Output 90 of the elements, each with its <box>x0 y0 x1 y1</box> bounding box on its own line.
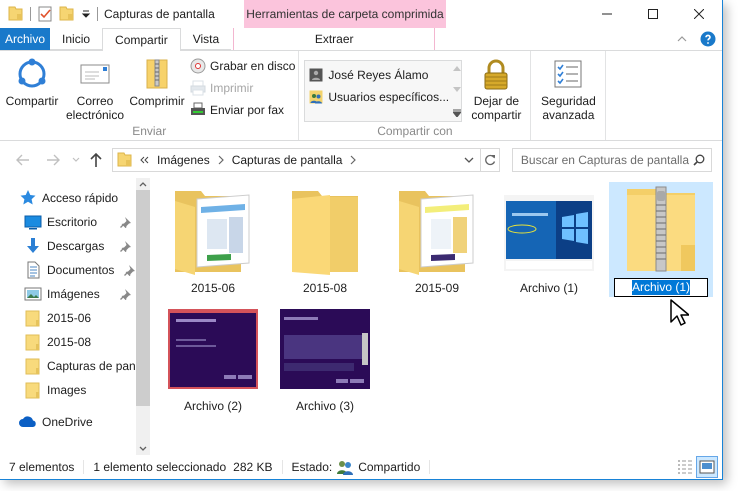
folder-icon <box>24 333 42 351</box>
cursor-icon <box>669 298 689 328</box>
group-label: Compartir con <box>376 123 454 140</box>
nav-item[interactable]: Descargas <box>0 234 136 258</box>
folder-icon <box>24 309 42 327</box>
rename-field[interactable]: Archivo (1) <box>614 278 708 297</box>
down-arrow-icon <box>24 237 42 255</box>
window-title: Capturas de pantalla <box>104 6 215 23</box>
chevron-right-icon[interactable] <box>349 154 358 164</box>
ribbon-tab[interactable]: Compartir <box>102 28 181 51</box>
selection-count: 1 elemento seleccionado <box>93 459 226 476</box>
nav-item[interactable]: Imágenes <box>0 282 136 306</box>
monitor-icon <box>24 213 42 231</box>
ribbon-button[interactable]: Grabar en disco <box>190 56 296 76</box>
file-menu-button[interactable]: Archivo <box>0 28 50 50</box>
nav-item[interactable]: 2015-06 <box>0 306 136 330</box>
state-label: Estado: <box>292 459 332 476</box>
selection-size: 282 KB <box>233 459 273 476</box>
nav-item[interactable]: Capturas de pan <box>0 354 136 378</box>
help-icon[interactable] <box>700 31 716 47</box>
address-bar[interactable]: Imágenes Capturas de pantalla <box>112 148 500 172</box>
search-icon <box>693 154 705 166</box>
disc-icon <box>190 58 206 74</box>
up-arrow-icon <box>88 152 104 168</box>
file-item[interactable]: Archivo (1) <box>497 182 601 297</box>
scrollbar-thumb[interactable] <box>136 190 150 406</box>
ribbon-button[interactable]: Enviar por fax <box>190 100 296 120</box>
overflow-chevron-icon[interactable] <box>139 154 149 164</box>
folder-icon <box>24 381 42 399</box>
scroll-up-icon <box>139 181 147 187</box>
group-label: Enviar <box>131 123 168 140</box>
close-icon <box>694 9 704 19</box>
ribbon-button[interactable]: Dejar de compartir <box>465 56 528 122</box>
star-icon <box>19 189 37 207</box>
file-name: 2015-09 <box>414 280 460 297</box>
file-item[interactable]: 2015-06 <box>161 182 265 297</box>
checklist-icon <box>552 58 584 90</box>
folder-icon <box>8 6 24 22</box>
person-icon <box>309 68 324 82</box>
file-item[interactable]: Archivo (1) <box>609 182 713 297</box>
file-item[interactable]: Archivo (2) <box>161 300 265 415</box>
checklist-icon[interactable] <box>37 6 53 22</box>
chevron-down-icon[interactable] <box>462 154 475 164</box>
users-icon <box>336 459 354 475</box>
picture-frame-icon <box>24 285 42 303</box>
refresh-icon <box>484 154 496 166</box>
maximize-icon <box>648 9 658 19</box>
users-icon <box>309 90 324 104</box>
nav-item[interactable]: Images <box>0 378 136 402</box>
expand-list-icon[interactable] <box>453 109 462 117</box>
contextual-header: Herramientas de carpeta comprimida <box>244 0 446 28</box>
share-list-item[interactable]: José Reyes Álamo <box>305 64 454 86</box>
file-item[interactable]: Archivo (3) <box>273 300 377 415</box>
share-icon <box>16 58 48 90</box>
nav-item[interactable]: Escritorio <box>0 210 136 234</box>
large-icons-view-icon <box>698 458 716 476</box>
nav-item[interactable]: Acceso rápido <box>0 186 136 210</box>
ribbon-tab[interactable]: Extraer <box>233 28 436 50</box>
nav-item[interactable]: Documentos <box>0 258 136 282</box>
nav-item[interactable]: 2015-08 <box>0 330 136 354</box>
back-icon <box>14 152 31 168</box>
nav-item[interactable]: OneDrive <box>0 410 136 434</box>
file-name: Archivo (1) <box>520 280 578 297</box>
breadcrumb-item[interactable]: Imágenes <box>153 150 214 168</box>
ribbon-button[interactable]: Seguridad avanzada <box>534 56 602 122</box>
scroll-down-icon <box>139 446 147 452</box>
ribbon-button[interactable]: Comprimir <box>129 56 185 108</box>
scrollbar[interactable] <box>136 178 150 455</box>
item-count: 7 elementos <box>9 459 74 476</box>
file-name: 2015-06 <box>190 280 236 297</box>
share-list-item[interactable]: Usuarios específicos... <box>305 86 454 108</box>
fax-icon <box>190 102 206 118</box>
minimize-icon <box>602 13 612 15</box>
file-name: 2015-08 <box>302 280 348 297</box>
ribbon-button[interactable]: Correo electrónico <box>64 56 126 122</box>
search-field[interactable]: Buscar en Capturas de pantalla <box>512 148 712 172</box>
share-state: Compartido <box>358 459 420 476</box>
details-view-icon <box>676 458 694 476</box>
file-item[interactable]: 2015-08 <box>273 182 377 297</box>
file-item[interactable]: 2015-09 <box>385 182 489 297</box>
file-name: Archivo (3) <box>296 398 354 415</box>
forward-icon <box>45 152 62 168</box>
folder-icon <box>117 152 133 168</box>
view-button[interactable] <box>696 456 718 478</box>
breadcrumb-item[interactable]: Capturas de pantalla <box>228 150 346 168</box>
file-name: Archivo (2) <box>184 398 242 415</box>
ribbon-button[interactable]: Compartir <box>3 56 61 108</box>
folder-icon <box>24 357 42 375</box>
printer-icon <box>190 80 206 96</box>
chevron-right-icon[interactable] <box>216 154 225 164</box>
